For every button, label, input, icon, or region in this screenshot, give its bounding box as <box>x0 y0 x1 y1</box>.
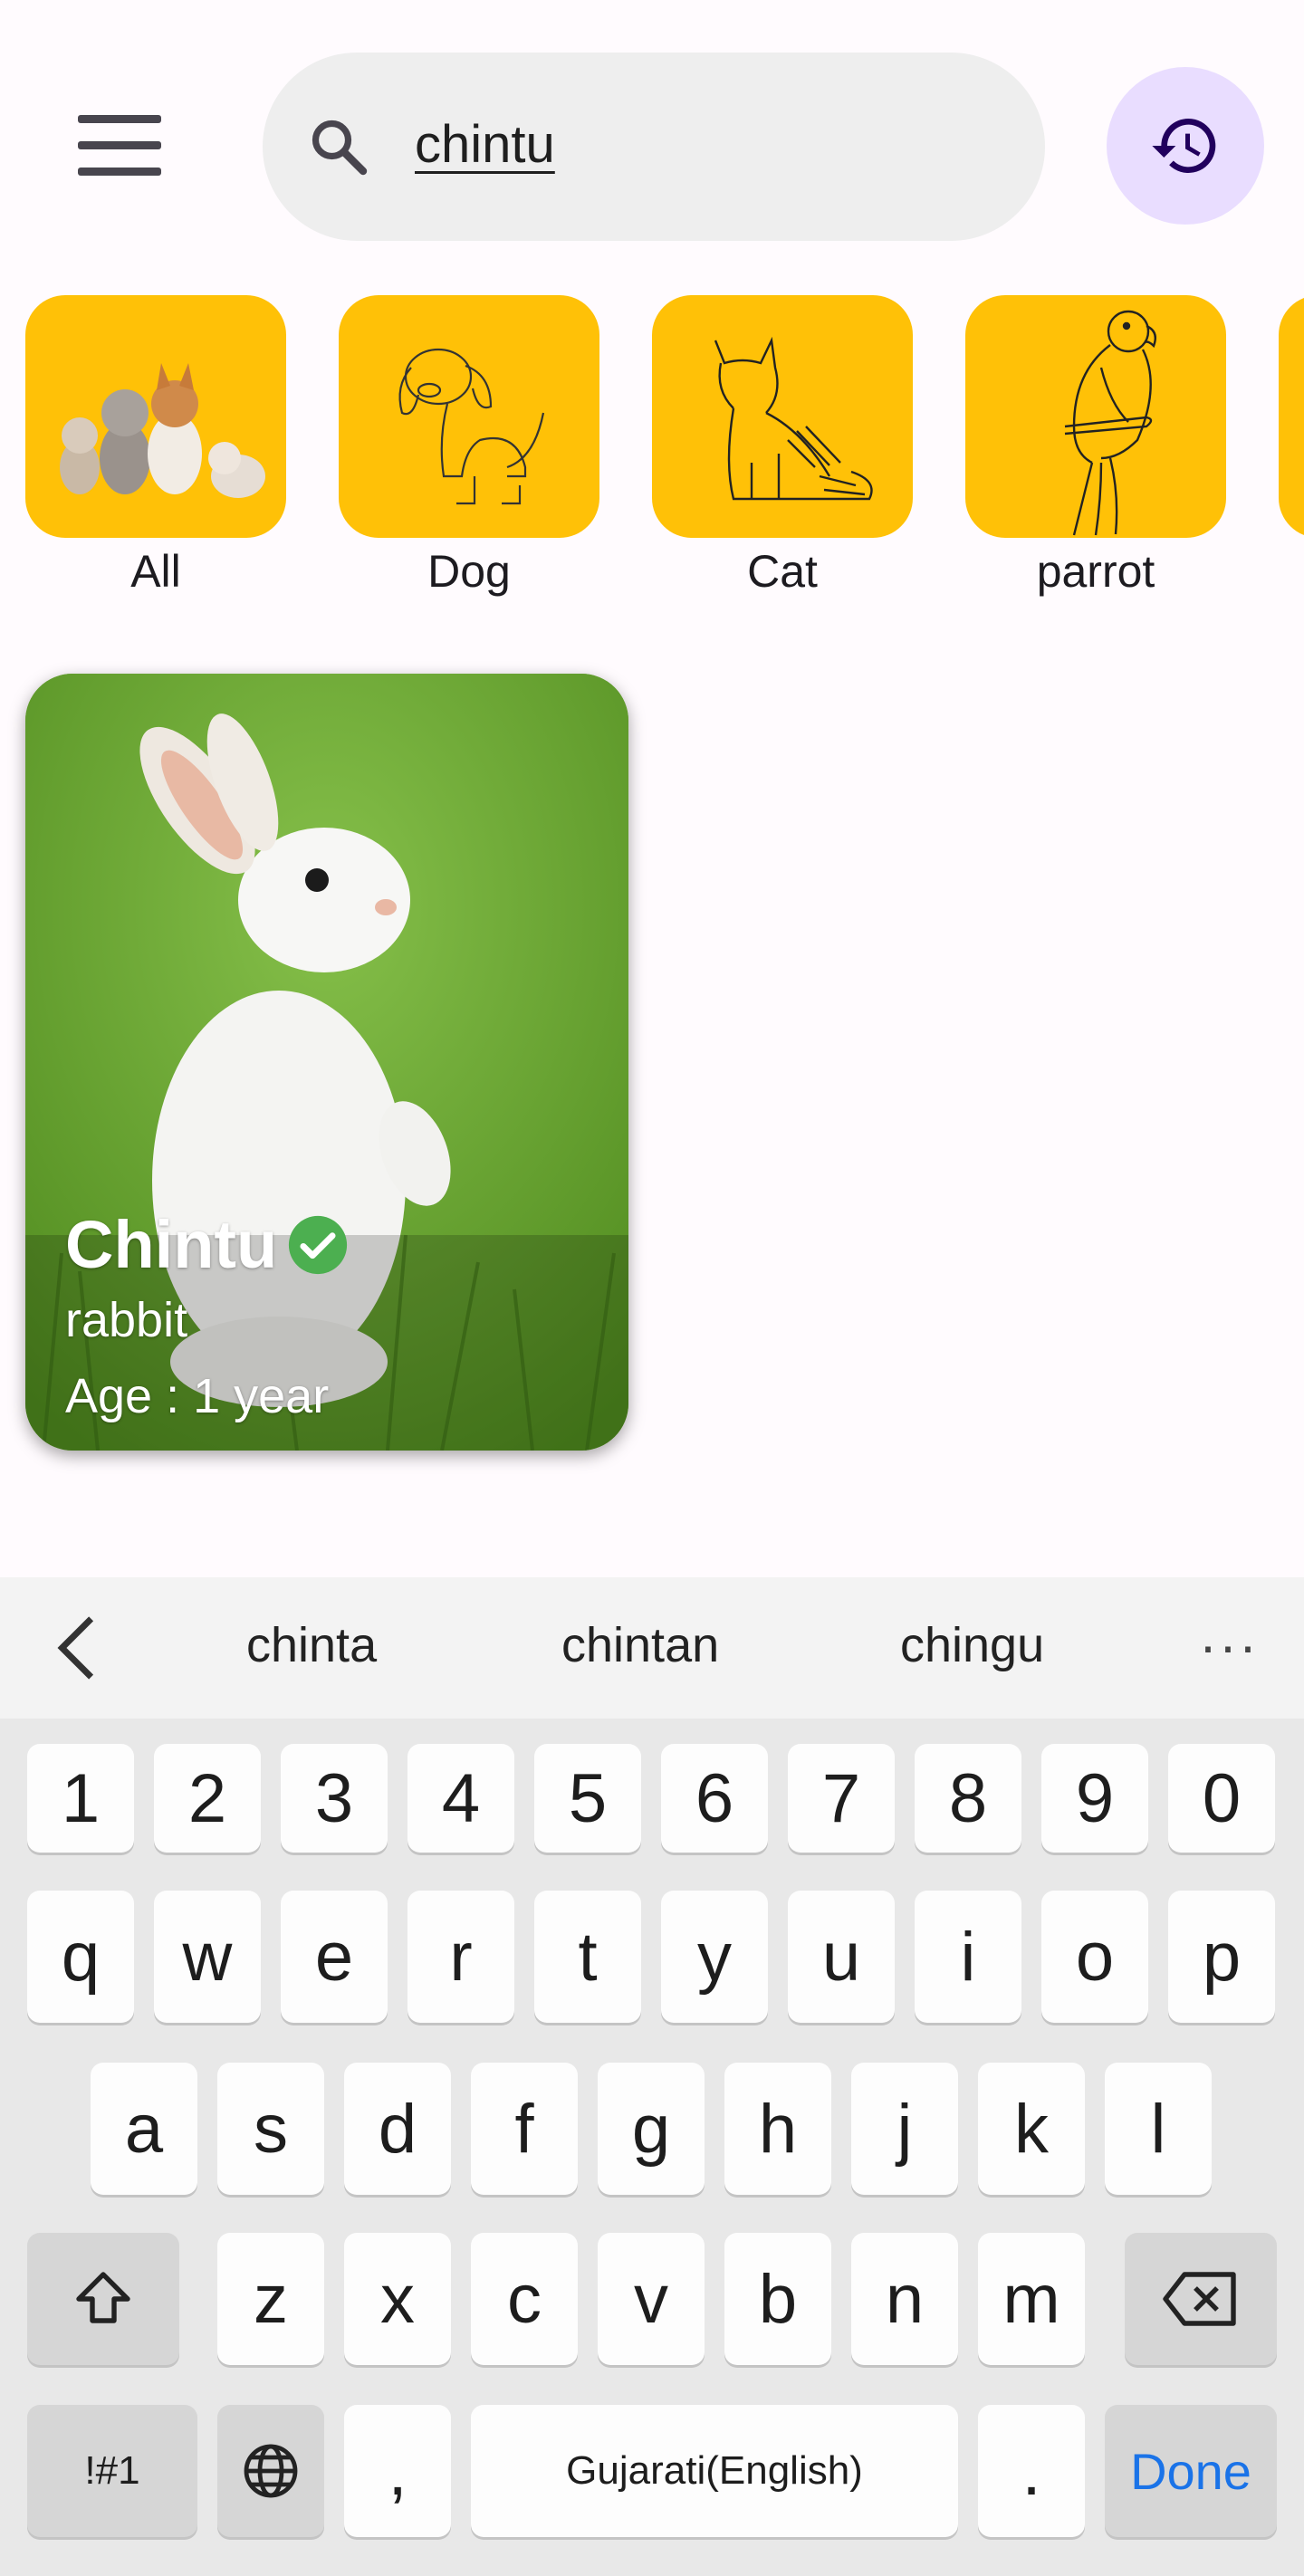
category-list: All Dog Cat parrot <box>0 295 1304 603</box>
category-label: Dog <box>427 546 511 597</box>
category-all[interactable]: All <box>25 295 286 598</box>
menu-icon-line <box>78 114 161 123</box>
pet-name-row: Chintu <box>65 1206 350 1283</box>
key-v[interactable]: v <box>598 2233 705 2365</box>
key-h[interactable]: h <box>724 2063 831 2195</box>
key-b[interactable]: b <box>724 2233 831 2365</box>
pet-card[interactable]: Chintu rabbit Age : 1 year <box>25 674 628 1451</box>
key-x[interactable]: x <box>344 2233 451 2365</box>
key-j[interactable]: j <box>851 2063 958 2195</box>
key-6[interactable]: 6 <box>661 1744 768 1853</box>
pet-name: Chintu <box>65 1207 278 1282</box>
suggestion-bar: chinta chintan chingu ··· <box>0 1577 1304 1719</box>
category-dog[interactable]: Dog <box>339 295 599 598</box>
key-c[interactable]: c <box>471 2233 578 2365</box>
key-p[interactable]: p <box>1168 1891 1275 2023</box>
category-all-image <box>25 295 286 538</box>
key-s[interactable]: s <box>217 2063 324 2195</box>
period-key[interactable]: . <box>978 2405 1085 2537</box>
menu-icon-line <box>78 167 161 176</box>
key-d[interactable]: d <box>344 2063 451 2195</box>
key-8[interactable]: 8 <box>915 1744 1021 1853</box>
category-dog-image <box>339 295 599 538</box>
history-icon <box>1152 119 1216 173</box>
search-bar[interactable]: chintu <box>263 53 1045 241</box>
backspace-key[interactable] <box>1125 2233 1277 2365</box>
suggestion-2[interactable]: chintan <box>561 1617 719 1673</box>
key-3[interactable]: 3 <box>281 1744 388 1853</box>
key-e[interactable]: e <box>281 1891 388 2023</box>
category-next-image <box>1279 295 1304 538</box>
key-u[interactable]: u <box>788 1891 895 2023</box>
key-4[interactable]: 4 <box>408 1744 514 1853</box>
space-key[interactable]: Gujarati(English) <box>471 2405 958 2537</box>
key-k[interactable]: k <box>978 2063 1085 2195</box>
shift-icon <box>76 2272 130 2323</box>
key-0[interactable]: 0 <box>1168 1744 1275 1853</box>
key-i[interactable]: i <box>915 1891 1021 2023</box>
menu-icon-line <box>78 140 161 149</box>
suggestion-1[interactable]: chinta <box>246 1617 377 1673</box>
key-1[interactable]: 1 <box>27 1744 134 1853</box>
key-m[interactable]: m <box>978 2233 1085 2365</box>
chevron-left-icon[interactable] <box>51 1614 105 1682</box>
search-icon <box>312 120 368 176</box>
key-7[interactable]: 7 <box>788 1744 895 1853</box>
key-9[interactable]: 9 <box>1041 1744 1148 1853</box>
comma-key[interactable]: , <box>344 2405 451 2537</box>
top-bar: chintu <box>0 0 1304 272</box>
backspace-icon <box>1163 2272 1236 2326</box>
key-g[interactable]: g <box>598 2063 705 2195</box>
category-parrot[interactable]: parrot <box>965 295 1226 598</box>
key-2[interactable]: 2 <box>154 1744 261 1853</box>
key-f[interactable]: f <box>471 2063 578 2195</box>
key-o[interactable]: o <box>1041 1891 1148 2023</box>
pet-info: Chintu rabbit Age : 1 year <box>65 1206 350 1424</box>
category-parrot-image <box>965 295 1226 538</box>
key-n[interactable]: n <box>851 2233 958 2365</box>
shift-key[interactable] <box>27 2233 179 2365</box>
pet-age: Age : 1 year <box>65 1369 330 1423</box>
on-screen-keyboard: chinta chintan chingu ··· 1 2 3 4 5 6 7 … <box>0 1577 1304 2576</box>
suggestion-3[interactable]: chingu <box>900 1617 1044 1673</box>
key-t[interactable]: t <box>534 1891 641 2023</box>
symbols-key[interactable]: !#1 <box>27 2405 197 2537</box>
key-q[interactable]: q <box>27 1891 134 2023</box>
category-label: All <box>130 546 181 597</box>
category-label: Cat <box>747 546 818 597</box>
category-label: parrot <box>1036 546 1155 597</box>
key-5[interactable]: 5 <box>534 1744 641 1853</box>
key-a[interactable]: a <box>91 2063 197 2195</box>
category-next-partial[interactable] <box>1279 295 1304 538</box>
verified-check-icon <box>289 1215 348 1274</box>
key-y[interactable]: y <box>661 1891 768 2023</box>
key-w[interactable]: w <box>154 1891 261 2023</box>
language-key[interactable] <box>217 2405 324 2537</box>
category-cat-image <box>652 295 913 538</box>
pet-type: rabbit <box>65 1293 188 1347</box>
done-key[interactable]: Done <box>1105 2405 1277 2537</box>
key-z[interactable]: z <box>217 2233 324 2365</box>
key-l[interactable]: l <box>1105 2063 1212 2195</box>
search-input[interactable]: chintu <box>415 98 555 192</box>
more-suggestions-icon[interactable]: ··· <box>1199 1619 1259 1673</box>
history-button[interactable] <box>1107 67 1264 225</box>
key-r[interactable]: r <box>408 1891 514 2023</box>
menu-button[interactable] <box>65 100 174 190</box>
globe-icon <box>244 2444 298 2498</box>
category-cat[interactable]: Cat <box>652 295 913 598</box>
